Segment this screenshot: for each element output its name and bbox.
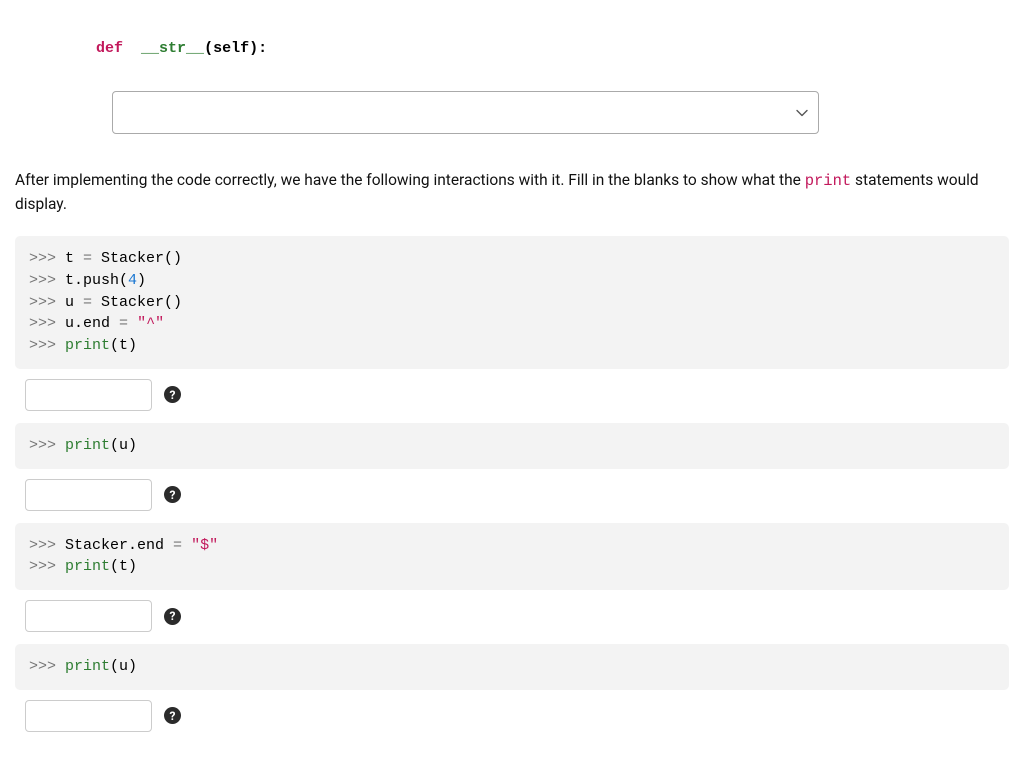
answer-input-2[interactable] xyxy=(25,479,152,511)
top-code-section: def __str__(self): xyxy=(15,15,1009,134)
code-block-4: >>> print(u) xyxy=(15,644,1009,690)
answer-input-4[interactable] xyxy=(25,700,152,732)
instruction-paragraph: After implementing the code correctly, w… xyxy=(15,169,1009,217)
answer-row-1: ? xyxy=(25,379,1009,411)
answer-input-1[interactable] xyxy=(25,379,152,411)
self-param: self xyxy=(213,40,249,57)
inline-print: print xyxy=(805,172,852,190)
chevron-down-icon xyxy=(796,107,806,117)
answer-row-3: ? xyxy=(25,600,1009,632)
help-icon[interactable]: ? xyxy=(164,608,181,625)
code-block-3: >>> Stacker.end = "$" >>> print(t) xyxy=(15,523,1009,591)
def-line: def __str__(self): xyxy=(60,15,1009,83)
keyword-def: def xyxy=(96,40,123,57)
help-icon[interactable]: ? xyxy=(164,386,181,403)
help-icon[interactable]: ? xyxy=(164,486,181,503)
answer-input-3[interactable] xyxy=(25,600,152,632)
str-body-dropdown[interactable] xyxy=(112,91,819,134)
code-block-1: >>> t = Stacker() >>> t.push(4) >>> u = … xyxy=(15,236,1009,369)
help-icon[interactable]: ? xyxy=(164,707,181,724)
answer-row-2: ? xyxy=(25,479,1009,511)
code-block-2: >>> print(u) xyxy=(15,423,1009,469)
answer-row-4: ? xyxy=(25,700,1009,732)
function-name: __str__ xyxy=(141,40,204,57)
